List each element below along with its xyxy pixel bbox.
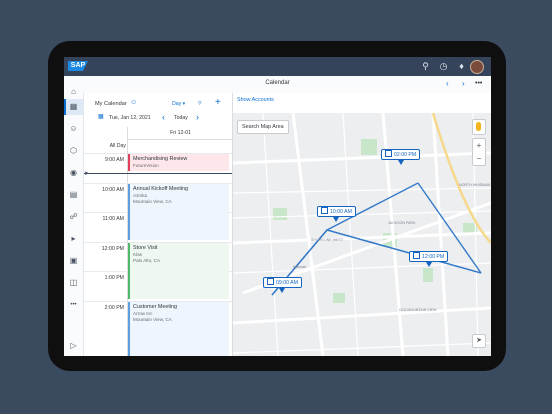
title-bar: Calendar ‹ › •••	[64, 76, 491, 94]
hour-label: 9:00 AM	[104, 157, 124, 163]
hour-label: 1:00 PM	[104, 275, 124, 281]
location-icon[interactable]: ◉	[64, 165, 83, 181]
product-icon[interactable]: ⬡	[64, 143, 83, 159]
next-icon[interactable]: ›	[462, 79, 465, 89]
date-label[interactable]: Tue, Jan 12, 2021	[109, 115, 151, 121]
street-view-icon[interactable]	[472, 119, 486, 135]
current-time-line	[84, 173, 232, 174]
map-pin[interactable]: 09:00 AM	[263, 277, 302, 293]
smiley-icon[interactable]: ☺	[130, 99, 137, 106]
contacts-icon[interactable]: ☺	[64, 121, 83, 137]
search-map-area-button[interactable]: Search Map Area	[237, 120, 289, 134]
map-label: JACKSON PARK	[388, 221, 416, 225]
shell-bar: SAP ⚲ ◷ ♦	[64, 57, 491, 76]
all-day-label: All Day	[109, 143, 126, 149]
more-options-icon[interactable]: •••	[475, 79, 482, 89]
appointment-title: Annual Kickoff Meeting	[133, 186, 189, 192]
previous-icon[interactable]: ‹	[446, 79, 449, 89]
pin-time: 09:00 AM	[276, 280, 298, 286]
sap-logo[interactable]: SAP	[68, 61, 88, 71]
table-icon[interactable]: ▤	[64, 187, 83, 203]
home-icon[interactable]: ⌂	[64, 84, 83, 100]
pin-time: 12:00 PM	[422, 254, 445, 260]
search-icon[interactable]: ⚲	[420, 61, 431, 72]
appointment-location: Mountain View, CA	[133, 199, 172, 204]
my-location-icon[interactable]: ➤	[472, 334, 486, 348]
zoom-in-icon[interactable]: +	[473, 139, 485, 152]
appointment-account: Arrow Inc	[133, 311, 153, 316]
appointment-account: FutureVision	[133, 163, 159, 168]
hour-label: 11:00 AM	[102, 216, 124, 222]
more-icon[interactable]: •••	[64, 297, 83, 313]
hour-label: 12:00 PM	[101, 246, 124, 252]
hierarchy-icon[interactable]: ☍	[64, 209, 83, 225]
zoom-control: + −	[472, 138, 486, 166]
hour-label: 2:00 PM	[104, 305, 124, 311]
time-grid: 9:00 AM 10:00 AM 11:00 AM 12:00 PM 1:00 …	[84, 153, 232, 356]
map-label: Walmart	[293, 265, 307, 269]
calendar-title[interactable]: My Calendar	[95, 101, 127, 107]
view-select-label: Day	[172, 101, 182, 107]
map-pin[interactable]: 10:00 AM	[317, 206, 356, 222]
appointment[interactable]: Store Visit Klas Palo Alto, CA	[128, 243, 229, 299]
building-icon	[321, 207, 328, 214]
all-day-row: All Day	[84, 139, 232, 154]
megaphone-icon[interactable]: ▸	[64, 231, 83, 247]
appointment[interactable]: Merchandising Review FutureVision	[128, 154, 229, 171]
appointment-title: Merchandising Review	[133, 156, 188, 162]
map-label: OLD MOUNTAIN VIEW	[399, 308, 437, 312]
show-accounts-link[interactable]: Show Accounts	[237, 97, 274, 103]
appointment-title: Store Visit	[133, 245, 158, 251]
user-avatar[interactable]	[470, 60, 484, 74]
hour-label: 10:00 AM	[102, 187, 124, 193]
building-icon	[385, 150, 392, 157]
history-icon[interactable]: ◷	[438, 61, 449, 72]
opportunity-icon[interactable]: ▣	[64, 253, 83, 269]
appointment-account: Azmka	[133, 193, 148, 198]
bell-icon[interactable]: ♦	[456, 61, 467, 72]
appointment[interactable]: Customer Meeting Arrow Inc Mountain View…	[128, 302, 229, 356]
appointment-location: Palo Alto, CA	[133, 258, 161, 263]
view-select[interactable]: Day ▾	[172, 101, 185, 107]
app-screen: SAP ⚲ ◷ ♦ Calendar ‹ › ••• ⌂ ▦ ☺ ⬡ ◉ ▤ ☍…	[64, 57, 491, 356]
map-pin[interactable]: 02:00 PM	[381, 149, 421, 165]
calendar-icon[interactable]: ▦	[64, 99, 83, 115]
pin-time: 10:00 AM	[330, 209, 352, 215]
next-day-icon[interactable]: ›	[196, 112, 199, 122]
play-icon[interactable]: ▷	[64, 338, 83, 354]
today-button[interactable]: Today	[174, 115, 188, 121]
building-icon	[413, 252, 420, 259]
appointment-location: Mountain View, CA	[133, 317, 172, 322]
appointment[interactable]: Annual Kickoff Meeting Azmka Mountain Vi…	[128, 184, 229, 240]
appointment-title: Customer Meeting	[133, 304, 178, 310]
appointment-account: Klas	[133, 252, 142, 257]
side-navigation: ⌂ ▦ ☺ ⬡ ◉ ▤ ☍ ▸ ▣ ◫ ••• ▷	[64, 87, 84, 356]
map-pin[interactable]: 12:00 PM	[409, 251, 449, 267]
map-label: NORTH WHISMAN	[459, 183, 491, 187]
page-title: Calendar	[265, 80, 290, 86]
map-pane[interactable]: Show Accounts Search Map Area + − ➤ JACK…	[233, 93, 491, 356]
documents-icon[interactable]: ◫	[64, 275, 83, 291]
pin-time: 02:00 PM	[394, 152, 417, 158]
zoom-out-icon[interactable]: −	[473, 152, 485, 165]
date-picker-icon[interactable]: ▦	[98, 113, 104, 120]
add-icon[interactable]: +	[215, 97, 221, 108]
filter-icon[interactable]: ▿	[198, 99, 202, 107]
building-icon	[267, 278, 274, 285]
prev-day-icon[interactable]: ‹	[162, 112, 165, 122]
map-label: SHORELINE WEST	[311, 238, 344, 242]
calendar-pane: My Calendar ☺ Day ▾ ▿ + ▦ Tue, Jan 12, 2…	[84, 93, 233, 356]
